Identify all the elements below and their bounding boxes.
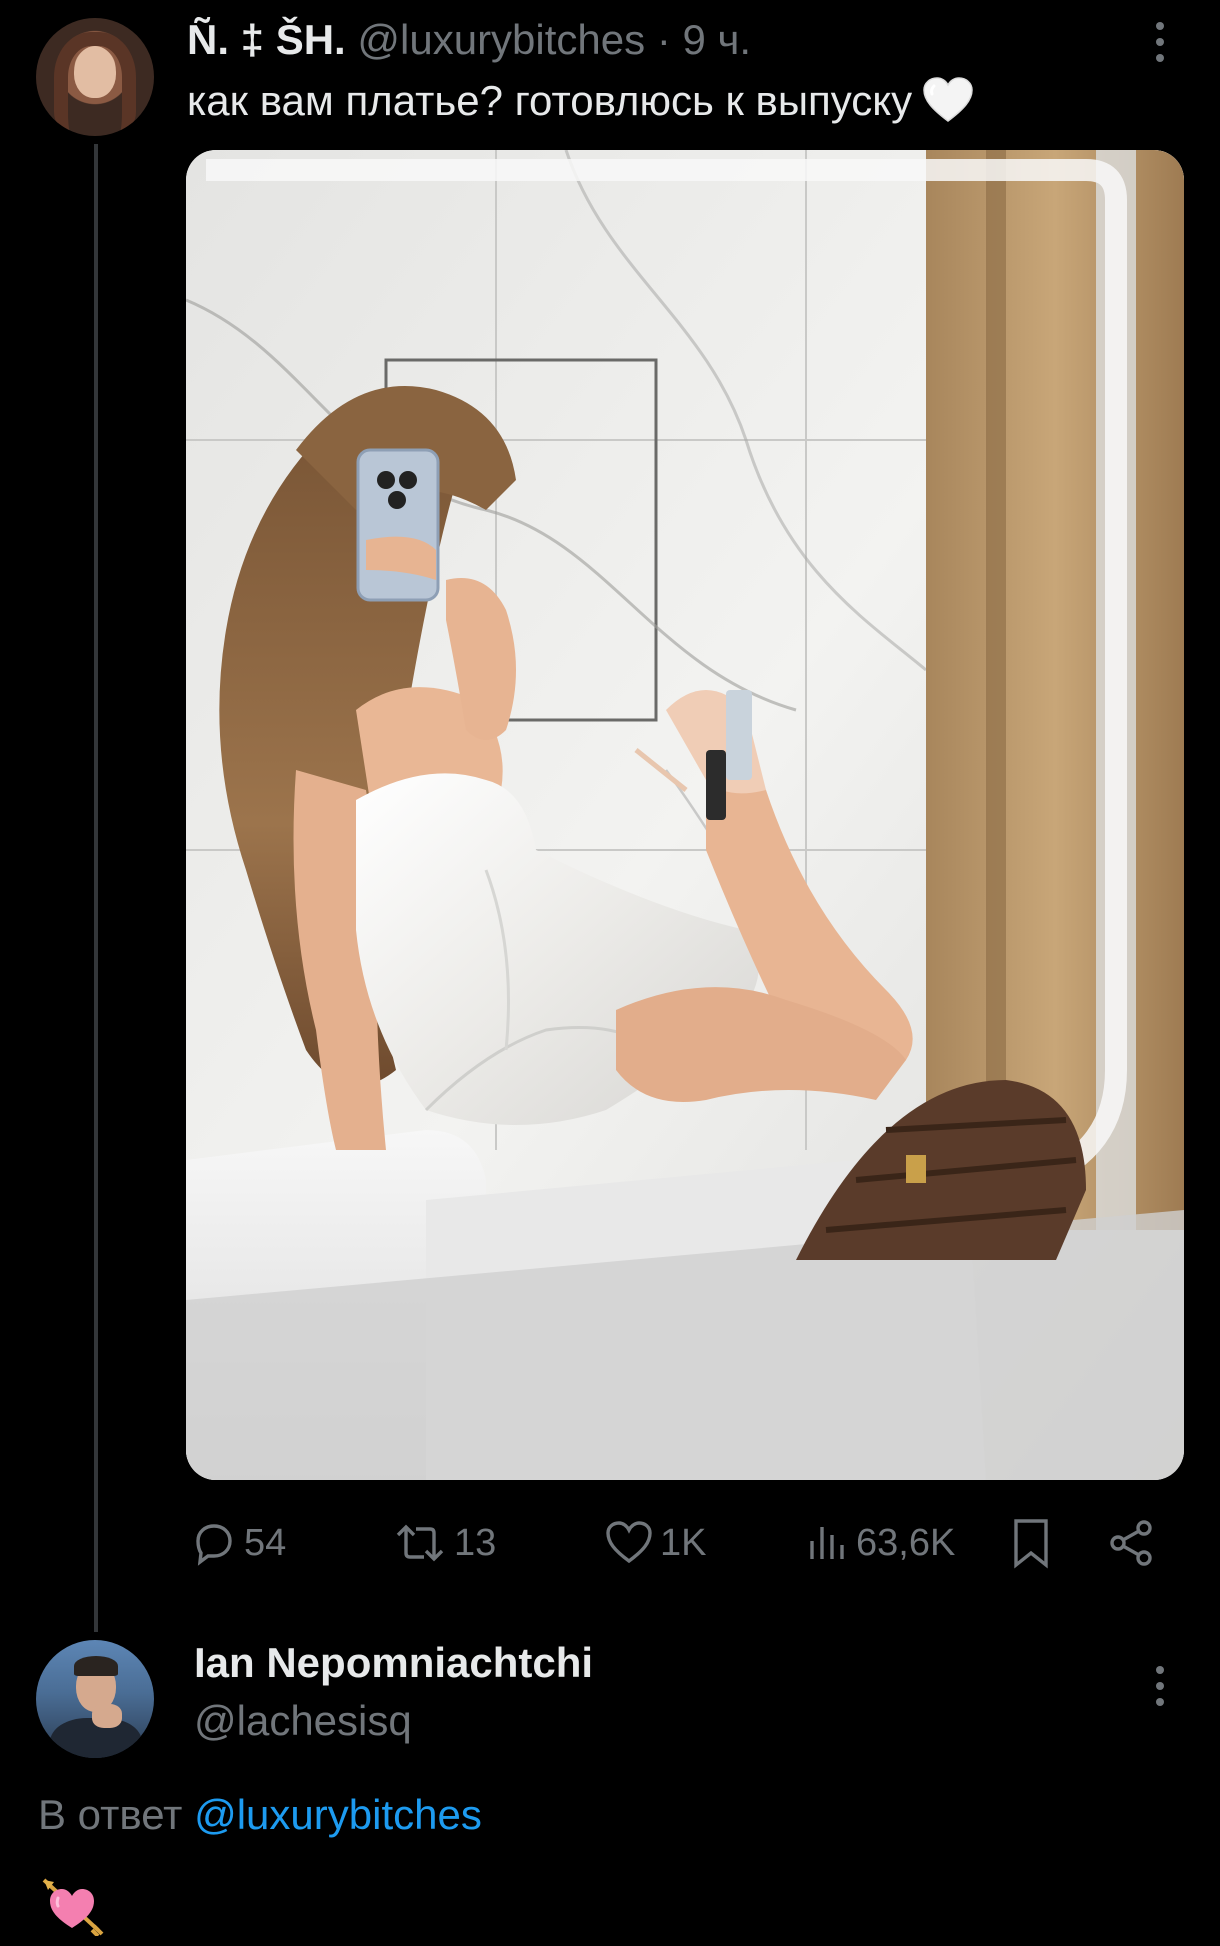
reply-count: 54 [244, 1521, 287, 1564]
tweet-photo[interactable] [186, 150, 1184, 1480]
share-button[interactable] [1106, 1510, 1156, 1576]
tweet-header: Ñ. ‡ ŠH. @luxurybitches · 9 ч. [187, 14, 751, 66]
replying-to-mention[interactable]: @luxurybitches [194, 1791, 482, 1838]
thread-line [94, 144, 98, 1632]
tweet-text-body: как вам платье? готовлюсь к выпуску [187, 77, 913, 124]
retweet-count: 13 [454, 1521, 497, 1564]
like-button[interactable]: 1K [604, 1510, 706, 1576]
more-vertical-icon [1156, 1666, 1164, 1674]
share-icon [1110, 1520, 1152, 1566]
meta-separator: · [656, 16, 671, 63]
tweet-text: как вам платье? готовлюсь к выпуску [187, 74, 974, 128]
more-dot [1156, 38, 1164, 46]
views-bars-icon [810, 1527, 844, 1559]
author-display-name[interactable]: Ñ. ‡ ŠH. [187, 16, 346, 63]
retweet-icon [396, 1524, 444, 1562]
author-handle[interactable]: @luxurybitches [357, 16, 645, 63]
bookmark-button[interactable] [1010, 1510, 1052, 1576]
reply-author-handle[interactable]: @lachesisq [194, 1694, 412, 1748]
view-count: 63,6K [856, 1521, 956, 1564]
avatar-face [74, 46, 116, 98]
reply-bubble-icon [196, 1524, 232, 1566]
more-dot [1156, 1698, 1164, 1706]
more-options-button[interactable] [1146, 20, 1174, 64]
avatar-hair [74, 1656, 118, 1676]
reply-more-options-button[interactable] [1146, 1664, 1174, 1708]
tweet[interactable]: Ñ. ‡ ŠH. @luxurybitches · 9 ч. как вам п… [0, 0, 1220, 1632]
views-button[interactable]: 63,6K [804, 1510, 955, 1576]
avatar-hand [92, 1704, 122, 1728]
white-heart-icon [922, 76, 974, 124]
tweet-action-bar: 54 13 1K 63,6K [0, 1510, 1220, 1576]
replying-to: В ответ @luxurybitches [38, 1788, 482, 1842]
author-avatar[interactable] [36, 18, 154, 136]
more-vertical-icon [1156, 22, 1164, 30]
heart-outline-icon [606, 1521, 652, 1564]
retweet-button[interactable]: 13 [392, 1510, 496, 1576]
reply-author-display-name[interactable]: Ian Nepomniachtchi [194, 1636, 593, 1690]
bookmark-icon [1014, 1519, 1048, 1569]
mirror-selfie-illustration [186, 150, 1184, 1480]
reply-button[interactable]: 54 [190, 1510, 286, 1576]
like-count: 1K [660, 1521, 707, 1564]
reply-author-avatar[interactable] [36, 1640, 154, 1758]
replying-to-label: В ответ [38, 1791, 183, 1838]
tweet-timestamp[interactable]: 9 ч. [682, 16, 751, 63]
more-dot [1156, 54, 1164, 62]
heart-with-arrow-icon [40, 1876, 104, 1938]
more-dot [1156, 1682, 1164, 1690]
